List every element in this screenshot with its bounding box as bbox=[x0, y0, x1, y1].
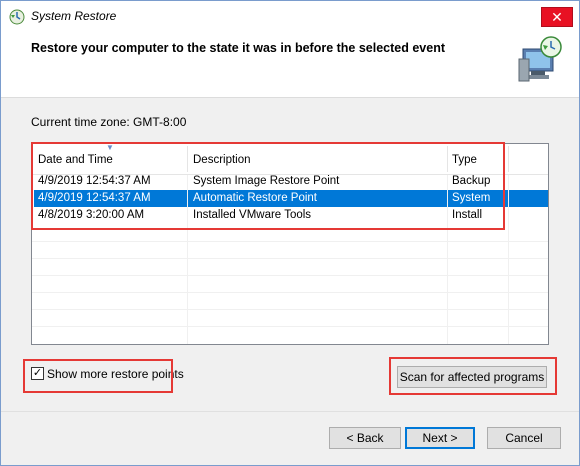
window-title: System Restore bbox=[31, 9, 117, 23]
footer-divider bbox=[1, 411, 579, 412]
table-row-selected[interactable]: 4/9/2019 12:54:37 AM Automatic Restore P… bbox=[34, 190, 548, 207]
close-button[interactable]: ✕ bbox=[541, 7, 573, 27]
row-description: Automatic Restore Point bbox=[193, 192, 318, 204]
cancel-button[interactable]: Cancel bbox=[487, 427, 561, 449]
timezone-label: Current time zone: GMT-8:00 bbox=[31, 115, 187, 129]
column-header-date[interactable]: Date and Time bbox=[38, 154, 113, 166]
row-date: 4/9/2019 12:54:37 AM bbox=[38, 175, 151, 187]
row-type: Install bbox=[452, 209, 483, 221]
show-more-label[interactable]: Show more restore points bbox=[47, 367, 184, 381]
row-date: 4/8/2019 3:20:00 AM bbox=[38, 209, 145, 221]
row-description: System Image Restore Point bbox=[193, 175, 340, 187]
table-row[interactable]: 4/9/2019 12:54:37 AM System Image Restor… bbox=[34, 173, 548, 190]
show-more-checkbox[interactable]: ✓ bbox=[31, 367, 44, 380]
row-type: System bbox=[452, 192, 491, 204]
back-button[interactable]: < Back bbox=[329, 427, 401, 449]
table-row[interactable]: 4/8/2019 3:20:00 AM Installed VMware Too… bbox=[34, 207, 548, 224]
column-header-description[interactable]: Description bbox=[193, 154, 251, 166]
row-type: Backup bbox=[452, 175, 491, 187]
restore-points-list[interactable]: ▼ Date and Time Description Type 4/9/201… bbox=[31, 143, 549, 345]
title-bar: System Restore ✕ bbox=[1, 1, 579, 31]
computer-restore-icon bbox=[518, 36, 562, 82]
page-title: Restore your computer to the state it wa… bbox=[31, 41, 445, 55]
sort-arrow-icon: ▼ bbox=[106, 143, 114, 152]
column-header-type[interactable]: Type bbox=[452, 154, 477, 166]
system-restore-icon bbox=[9, 9, 25, 25]
row-date: 4/9/2019 12:54:37 AM bbox=[38, 192, 151, 204]
wizard-header: Restore your computer to the state it wa… bbox=[1, 31, 579, 98]
next-button[interactable]: Next > bbox=[405, 427, 475, 449]
row-description: Installed VMware Tools bbox=[193, 209, 312, 221]
scan-affected-programs-button[interactable]: Scan for affected programs bbox=[397, 366, 547, 388]
list-header: ▼ Date and Time Description Type bbox=[32, 143, 548, 175]
system-restore-window: System Restore ✕ Restore your computer t… bbox=[0, 0, 580, 466]
